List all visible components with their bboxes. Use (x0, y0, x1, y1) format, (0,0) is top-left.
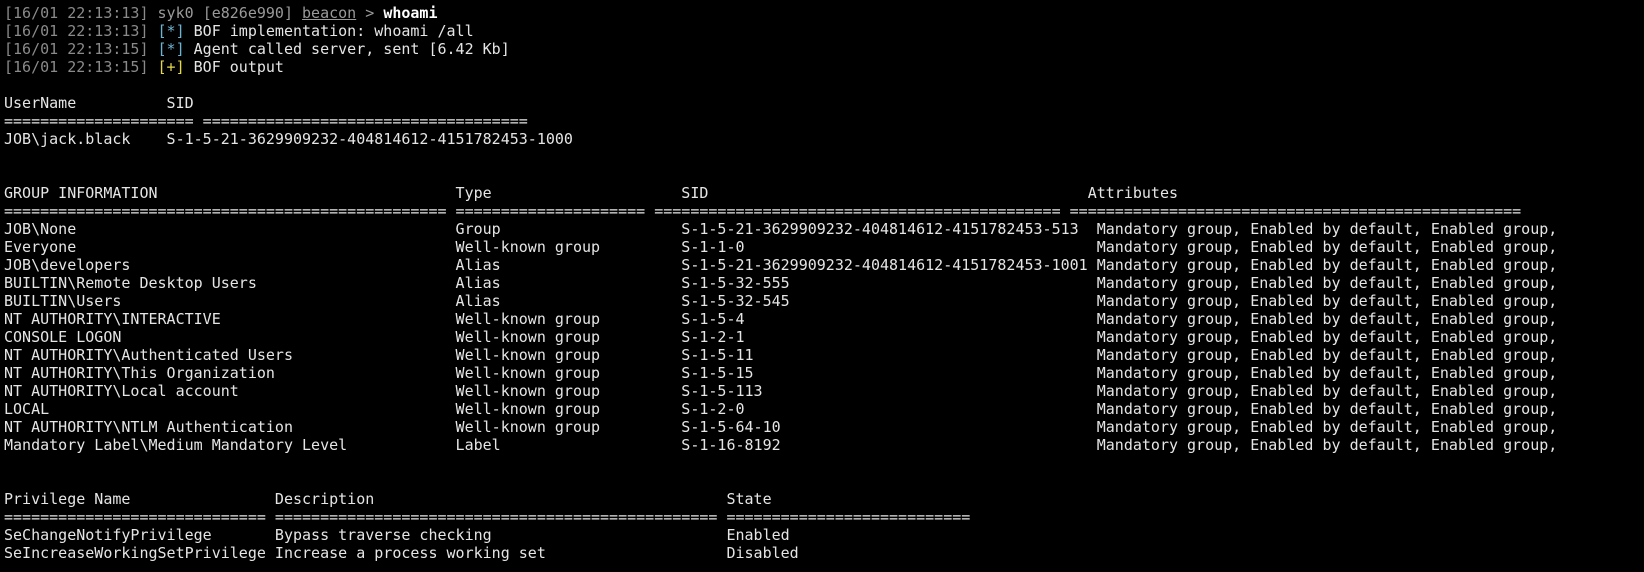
privilege-table-separator: ============================= ==========… (4, 508, 971, 526)
prompt-line: [16/01 22:13:13] syk0 [e826e990] beacon … (4, 4, 1644, 22)
log-text: BOF implementation: whoami /all (193, 22, 474, 40)
privilege-table-row: SeIncreaseWorkingSetPrivilege Increase a… (4, 544, 799, 562)
group-table-row: BUILTIN\Users Alias S-1-5-32-545 Mandato… (4, 292, 1558, 310)
agent-id: [e826e990] (202, 4, 293, 22)
privilege-table-header: Privilege Name Description State (4, 490, 772, 508)
group-table-row: NT AUTHORITY\NTLM Authentication Well-kn… (4, 418, 1558, 436)
user-table-row: JOB\jack.black S-1-5-21-3629909232-40481… (4, 130, 573, 148)
info-marker: [*] (157, 22, 185, 40)
group-table-header: GROUP INFORMATION Type SID Attributes (4, 184, 1178, 202)
group-table-row: NT AUTHORITY\Local account Well-known gr… (4, 382, 1558, 400)
group-table-row: JOB\developers Alias S-1-5-21-3629909232… (4, 256, 1558, 274)
info-marker: [*] (157, 40, 185, 58)
prompt-arrow: > (365, 4, 375, 22)
log-line: [16/01 22:13:15] [+] BOF output (4, 58, 1644, 76)
operator-name: syk0 (157, 4, 194, 22)
log-text: BOF output (193, 58, 284, 76)
timestamp: [16/01 22:13:15] (4, 40, 149, 58)
group-table-row: Mandatory Label\Medium Mandatory Level L… (4, 436, 1558, 454)
log-line: [16/01 22:13:15] [*] Agent called server… (4, 40, 1644, 58)
group-table-row: NT AUTHORITY\INTERACTIVE Well-known grou… (4, 310, 1558, 328)
command-text: whoami (383, 4, 438, 22)
user-table-header: UserName SID (4, 94, 194, 112)
group-table-separator: ========================================… (4, 202, 1522, 220)
group-table-row: NT AUTHORITY\This Organization Well-know… (4, 364, 1558, 382)
group-table-row: LOCAL Well-known group S-1-2-0 Mandatory… (4, 400, 1558, 418)
timestamp: [16/01 22:13:15] (4, 58, 149, 76)
group-table-row: JOB\None Group S-1-5-21-3629909232-40481… (4, 220, 1558, 238)
timestamp: [16/01 22:13:13] (4, 22, 149, 40)
group-table-row: BUILTIN\Remote Desktop Users Alias S-1-5… (4, 274, 1558, 292)
privilege-table-row: SeChangeNotifyPrivilege Bypass traverse … (4, 526, 790, 544)
success-marker: [+] (157, 58, 185, 76)
user-table-separator: ===================== ==================… (4, 112, 528, 130)
timestamp: [16/01 22:13:13] (4, 4, 149, 22)
log-line: [16/01 22:13:13] [*] BOF implementation:… (4, 22, 1644, 40)
group-table-row: NT AUTHORITY\Authenticated Users Well-kn… (4, 346, 1558, 364)
group-table-row: CONSOLE LOGON Well-known group S-1-2-1 M… (4, 328, 1558, 346)
group-table-row: Everyone Well-known group S-1-1-0 Mandat… (4, 238, 1558, 256)
terminal-output[interactable]: [16/01 22:13:13] syk0 [e826e990] beacon … (0, 0, 1644, 572)
log-text: Agent called server, sent [6.42 Kb] (193, 40, 510, 58)
beacon-link[interactable]: beacon (302, 4, 356, 22)
